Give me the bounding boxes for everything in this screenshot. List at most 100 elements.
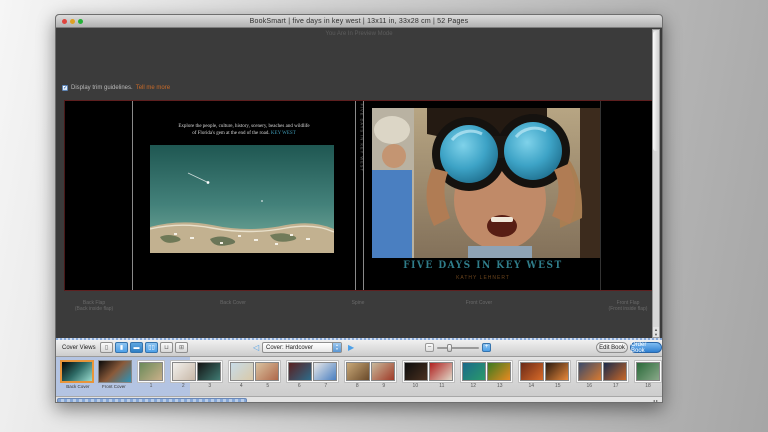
- thumbnail-card: [344, 360, 397, 383]
- thumbnail-17[interactable]: [603, 362, 627, 381]
- thumbnail-9[interactable]: [371, 362, 395, 381]
- page-spread-card: 1415: [518, 360, 571, 390]
- next-page-arrow[interactable]: ▶: [348, 343, 354, 352]
- cover-views-label: Cover Views: [62, 345, 96, 351]
- thumbnail-label-row: 12 13: [460, 383, 513, 390]
- thumbnail-10[interactable]: [404, 362, 428, 381]
- cover-edit-canvas: You Are In Preview Mode ✓ Display trim g…: [56, 28, 662, 338]
- thumbnail-label: 8: [356, 383, 359, 390]
- front-cover-page[interactable]: FIVE DAYS IN KEY WEST KATHY LEHNERT: [364, 101, 602, 290]
- thumbnail-label: 13: [497, 383, 503, 390]
- zoom-slider-track[interactable]: [437, 347, 479, 349]
- thumbnail-label-row: 1: [137, 383, 165, 390]
- thumbnail-8[interactable]: [346, 362, 370, 381]
- zoom-slider-thumb[interactable]: [447, 344, 452, 352]
- page-spread-card: 89: [344, 360, 397, 390]
- vertical-scrollbar[interactable]: ▲▼: [652, 29, 660, 338]
- cover-type-stepper-icon[interactable]: ▲▼: [332, 343, 341, 352]
- cover-spread[interactable]: Explore the people, culture, history, sc…: [64, 100, 656, 291]
- thumbnail-label-row: 23: [170, 383, 223, 390]
- grid-view-button[interactable]: ⊞: [175, 342, 188, 353]
- booksmart-window: BookSmart | five days in key west | 13x1…: [55, 14, 663, 403]
- previous-page-arrow[interactable]: ◁: [253, 343, 259, 352]
- thumbnail-label: 3: [208, 383, 211, 390]
- back-flap-area[interactable]: [65, 101, 133, 290]
- thumbnail-15[interactable]: [545, 362, 569, 381]
- full-spread-view-button[interactable]: ▬: [130, 342, 143, 353]
- thumbnail-label: 1: [150, 383, 153, 390]
- thumbnail-card: [286, 360, 339, 383]
- thumbnail-2[interactable]: [172, 362, 196, 381]
- thumbnail-card: [60, 360, 132, 383]
- page-spread-card: 1617: [576, 360, 629, 390]
- thumbnail-3[interactable]: [197, 362, 221, 381]
- thumbnail-13[interactable]: [487, 362, 511, 381]
- thumbnail-card: [518, 360, 571, 383]
- guidelines-checkbox[interactable]: ✓: [62, 85, 68, 91]
- cover-type-value: Cover: Hardcover: [263, 345, 332, 351]
- cover-type-select[interactable]: Cover: Hardcover ▲▼: [262, 342, 342, 353]
- page-spread-card: 10 11: [402, 360, 455, 390]
- order-book-button[interactable]: Order Book: [630, 342, 662, 353]
- thumbnail-label: 11: [439, 383, 444, 390]
- zoom-window-icon[interactable]: [78, 19, 83, 24]
- page-spread-card: 1: [137, 360, 165, 390]
- title-bar[interactable]: BookSmart | five days in key west | 13x1…: [56, 15, 662, 28]
- front-flap-area[interactable]: [600, 101, 655, 290]
- thumbnail-card: [170, 360, 223, 383]
- key-west-highlight: KEY WEST: [271, 131, 296, 136]
- back-cover-page[interactable]: Explore the people, culture, history, sc…: [133, 101, 355, 290]
- binoculars-boy-photo[interactable]: [372, 108, 600, 258]
- minimize-window-icon[interactable]: [70, 19, 75, 24]
- thumbnail-6[interactable]: [288, 362, 312, 381]
- zoom-in-button[interactable]: +: [482, 343, 491, 352]
- thumbnail-label: 7: [324, 383, 327, 390]
- thumbnail-7[interactable]: [313, 362, 337, 381]
- thumbnail-4[interactable]: [230, 362, 254, 381]
- zoom-controls: – +: [425, 343, 491, 352]
- horizontal-scrollbar-thumb[interactable]: [57, 398, 247, 403]
- thumbnail-12[interactable]: [462, 362, 486, 381]
- thumbnail-label: 4: [240, 383, 243, 390]
- vertical-scrollbar-arrows[interactable]: ▲▼: [653, 327, 659, 337]
- tell-me-more-link[interactable]: Tell me more: [136, 85, 170, 91]
- section-label-front-flap: Front Flap(Front inside flap): [609, 300, 648, 312]
- horizontal-scrollbar[interactable]: ◂ ▸: [56, 396, 662, 403]
- close-window-icon[interactable]: [62, 19, 67, 24]
- cover-author[interactable]: KATHY LEHNERT: [364, 275, 602, 281]
- thumbnail-11[interactable]: [429, 362, 453, 381]
- section-label-front-cover: Front Cover: [466, 300, 492, 306]
- vertical-scrollbar-thumb[interactable]: [653, 31, 659, 151]
- aerial-island-photo[interactable]: [150, 145, 334, 253]
- spine-area[interactable]: FIVE DAYS IN KEY WEST: [355, 101, 364, 290]
- thumbnail-18[interactable]: [636, 362, 660, 381]
- thumbnail-16[interactable]: [578, 362, 602, 381]
- cover-title[interactable]: FIVE DAYS IN KEY WEST: [364, 261, 602, 272]
- zoom-out-button[interactable]: –: [425, 343, 434, 352]
- thumbnail-1[interactable]: [139, 362, 163, 381]
- spread-view-button[interactable]: ▮: [115, 342, 128, 353]
- toolbar-top-stripe: [56, 338, 662, 340]
- thumbnail-label: 12: [470, 383, 476, 390]
- thumbnail-5[interactable]: [255, 362, 279, 381]
- window-title: BookSmart | five days in key west | 13x1…: [250, 18, 469, 25]
- guidelines-toggle-row: ✓ Display trim guidelines. Tell me more: [62, 85, 170, 91]
- thumbnail-back-cover[interactable]: [60, 360, 94, 383]
- thumbnail-front-cover[interactable]: [98, 360, 132, 383]
- back-cover-blurb[interactable]: Explore the people, culture, history, sc…: [133, 123, 355, 137]
- thumbnail-label: 10: [413, 383, 419, 390]
- facing-view-button[interactable]: ▯▯: [145, 342, 158, 353]
- thumbnail-label-row: 45: [228, 383, 281, 390]
- cover-toolbar: Cover Views ▯ ▮ ▬ ▯▯ ⊔ ⊞ ◁ Cover: Hardco…: [56, 338, 662, 357]
- window-controls: [62, 19, 83, 24]
- thumbnail-label-row: 67: [286, 383, 339, 390]
- thumbnail-label: 6: [298, 383, 301, 390]
- thumbnail-label: 16: [586, 383, 592, 390]
- horizontal-scrollbar-arrows[interactable]: ◂ ▸: [653, 398, 658, 403]
- edit-book-button[interactable]: Edit Book: [596, 342, 628, 353]
- page-spread-card: 12 13: [460, 360, 513, 390]
- book-view-button[interactable]: ⊔: [160, 342, 173, 353]
- page-spread-card: 45: [228, 360, 281, 390]
- single-page-view-button[interactable]: ▯: [100, 342, 113, 353]
- thumbnail-14[interactable]: [520, 362, 544, 381]
